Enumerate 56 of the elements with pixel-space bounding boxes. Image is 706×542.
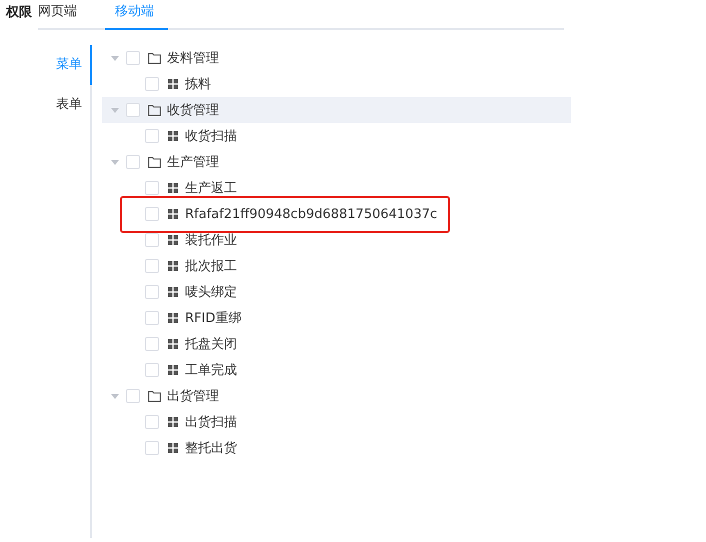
checkbox[interactable]: [145, 441, 159, 455]
grid-icon: [168, 131, 178, 141]
folder-icon: [148, 156, 161, 168]
checkbox[interactable]: [145, 77, 159, 91]
grid-icon: [168, 417, 178, 427]
folder-icon: [148, 104, 161, 116]
checkbox[interactable]: [145, 337, 159, 351]
tree-label[interactable]: 唛头绑定: [185, 283, 237, 301]
caret-icon[interactable]: [111, 160, 119, 164]
grid-icon: [168, 365, 178, 375]
grid-icon: [168, 287, 178, 297]
checkbox[interactable]: [145, 233, 159, 247]
checkbox[interactable]: [126, 103, 140, 117]
tree-row[interactable]: 收货管理: [102, 97, 571, 123]
checkbox[interactable]: [145, 181, 159, 195]
tree-label[interactable]: 装托作业: [185, 231, 237, 249]
tree-label[interactable]: 发料管理: [167, 49, 219, 67]
tree-label[interactable]: 整托出货: [185, 439, 237, 457]
checkbox[interactable]: [145, 129, 159, 143]
grid-icon: [168, 261, 178, 271]
caret-icon[interactable]: [111, 108, 119, 112]
grid-icon: [168, 443, 178, 453]
checkbox[interactable]: [126, 51, 140, 65]
section-title: 权限: [6, 4, 32, 22]
grid-icon: [168, 235, 178, 245]
checkbox[interactable]: [145, 415, 159, 429]
tree-label[interactable]: Rfafaf21ff90948cb9d6881750641037c: [185, 206, 438, 222]
checkbox[interactable]: [145, 285, 159, 299]
tree-label[interactable]: 拣料: [185, 75, 211, 93]
checkbox[interactable]: [145, 259, 159, 273]
grid-icon: [168, 209, 178, 219]
side-tab[interactable]: 表单: [0, 85, 92, 125]
checkbox[interactable]: [145, 207, 159, 221]
checkbox[interactable]: [126, 155, 140, 169]
grid-icon: [168, 313, 178, 323]
tree-label[interactable]: RFID重绑: [185, 309, 242, 327]
tree-label[interactable]: 批次报工: [185, 257, 237, 275]
tree-label[interactable]: 收货扫描: [185, 127, 237, 145]
checkbox[interactable]: [145, 363, 159, 377]
tab[interactable]: 网页端: [38, 2, 79, 30]
grid-icon: [168, 183, 178, 193]
tree-label[interactable]: 出货扫描: [185, 413, 237, 431]
checkbox[interactable]: [145, 311, 159, 325]
caret-icon[interactable]: [111, 56, 119, 60]
tree-label[interactable]: 托盘关闭: [185, 335, 237, 353]
folder-icon: [148, 390, 161, 402]
caret-icon[interactable]: [111, 394, 119, 398]
grid-icon: [168, 79, 178, 89]
folder-icon: [148, 52, 161, 64]
checkbox[interactable]: [126, 389, 140, 403]
tree-label[interactable]: 生产管理: [167, 153, 219, 171]
tree-label[interactable]: 收货管理: [167, 101, 219, 119]
tree-label[interactable]: 工单完成: [185, 361, 237, 379]
tree-label[interactable]: 生产返工: [185, 179, 237, 197]
grid-icon: [168, 339, 178, 349]
tree-label[interactable]: 出货管理: [167, 387, 219, 405]
